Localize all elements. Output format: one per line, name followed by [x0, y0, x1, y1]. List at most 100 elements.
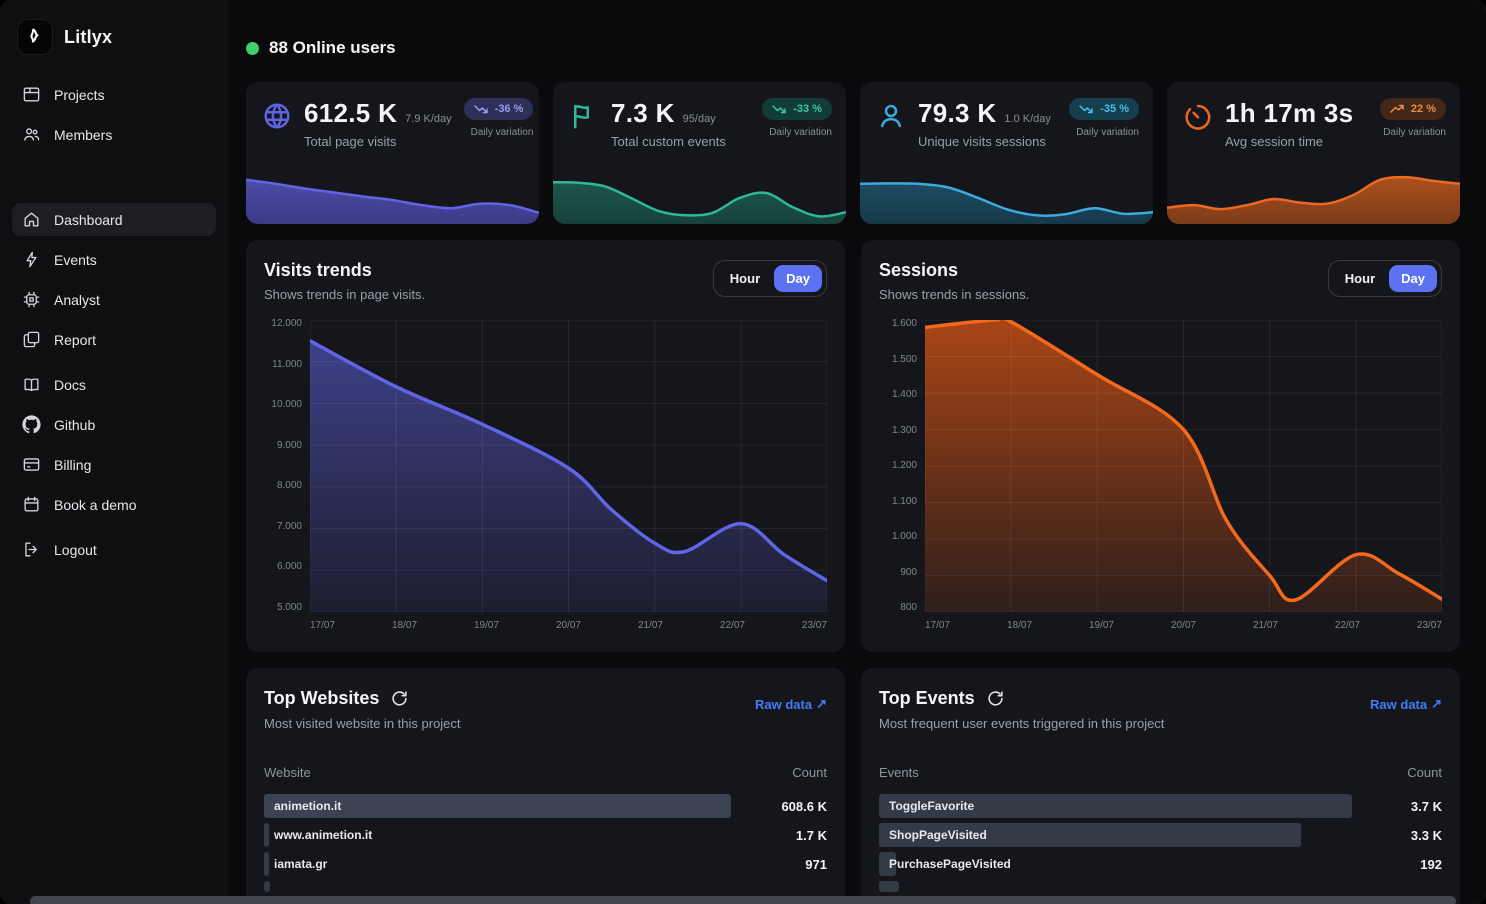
credit-card-icon	[22, 455, 41, 474]
projects-icon	[22, 85, 41, 104]
hour-toggle-button[interactable]: Hour	[718, 265, 772, 292]
timer-icon	[1183, 101, 1213, 131]
sidebar-item-report[interactable]: Report	[12, 323, 216, 356]
horizontal-scrollbar[interactable]	[30, 896, 1456, 904]
sidebar-item-github[interactable]: Github	[12, 408, 216, 441]
sessions-card: Sessions Shows trends in sessions. Hour …	[861, 240, 1460, 652]
table-row[interactable]: PurchasePageVisited 192	[879, 852, 1442, 876]
sidebar-item-docs[interactable]: Docs	[12, 368, 216, 401]
litlyx-logo-icon	[18, 20, 52, 54]
tick-label: 1.300	[892, 427, 917, 435]
tick-label: 17/07	[310, 620, 335, 631]
stat-cards-row: 612.5 K 7.9 K/day Total page visits -36 …	[246, 82, 1460, 224]
chart-title: Sessions	[879, 260, 1029, 281]
sidebar-item-label: Projects	[54, 87, 105, 103]
sidebar-item-analyst[interactable]: Analyst	[12, 283, 216, 316]
refresh-icon[interactable]	[987, 690, 1004, 707]
tick-label: 1.200	[892, 462, 917, 470]
sidebar-item-logout[interactable]: Logout	[12, 533, 216, 566]
badge-caption: Daily variation	[1076, 127, 1139, 138]
sidebar-item-projects[interactable]: Projects	[12, 78, 216, 111]
trend-up-icon	[1390, 104, 1405, 114]
hour-toggle-button[interactable]: Hour	[1333, 265, 1387, 292]
visits-area-chart	[310, 320, 827, 612]
top-websites-card: Top Websites Most visited website in thi…	[246, 668, 845, 904]
lightning-icon	[22, 250, 41, 269]
sessions-sparkline	[860, 166, 1153, 224]
sidebar-item-label: Analyst	[54, 292, 100, 308]
day-toggle-button[interactable]: Day	[1389, 265, 1437, 292]
table-row-partial	[264, 881, 827, 892]
arrow-up-right-icon: ↗	[1431, 696, 1442, 712]
tick-label: 19/07	[474, 620, 499, 631]
table-subtitle: Most visited website in this project	[264, 716, 461, 731]
sidebar-resources-nav: Docs Github Billing Book a demo	[12, 368, 216, 521]
stat-rate: 7.9 K/day	[405, 113, 451, 125]
sidebar-item-label: Members	[54, 127, 112, 143]
page-visits-sparkline	[246, 166, 539, 224]
refresh-icon[interactable]	[391, 690, 408, 707]
day-toggle-button[interactable]: Day	[774, 265, 822, 292]
table-row[interactable]: ShopPageVisited 3.3 K	[879, 823, 1442, 847]
table-column-headers: Events Count	[879, 765, 1442, 780]
charts-row: Visits trends Shows trends in page visit…	[246, 240, 1460, 652]
table-row-partial	[879, 881, 1442, 892]
sidebar-logout-nav: Logout	[12, 533, 216, 566]
x-axis: 17/0718/0719/0720/0721/0722/0723/07	[925, 620, 1442, 631]
sidebar-item-events[interactable]: Events	[12, 243, 216, 276]
tick-label: 18/07	[392, 620, 417, 631]
tick-label: 20/07	[1171, 620, 1196, 631]
tick-label: 23/07	[802, 620, 827, 631]
column-header: Count	[792, 765, 827, 780]
stat-card-total-custom-events: 7.3 K 95/day Total custom events -33 % D…	[553, 82, 846, 224]
sidebar-item-billing[interactable]: Billing	[12, 448, 216, 481]
tick-label: 1.400	[892, 391, 917, 399]
stat-card-total-page-visits: 612.5 K 7.9 K/day Total page visits -36 …	[246, 82, 539, 224]
logo[interactable]: Litlyx	[12, 20, 216, 54]
badge-caption: Daily variation	[471, 127, 534, 138]
user-icon	[876, 101, 906, 131]
globe-icon	[262, 101, 292, 131]
daily-variation-badge: -35 %	[1069, 98, 1139, 120]
report-icon	[22, 330, 41, 349]
table-row[interactable]: www.animetion.it 1.7 K	[264, 823, 827, 847]
stat-value: 1h 17m 3s	[1225, 98, 1353, 129]
sidebar-item-members[interactable]: Members	[12, 118, 216, 151]
stat-value: 79.3 K	[918, 98, 996, 129]
online-dot	[246, 42, 259, 55]
stat-value: 7.3 K	[611, 98, 675, 129]
sidebar-item-label: Dashboard	[54, 212, 123, 228]
raw-data-link[interactable]: Raw data ↗	[755, 696, 827, 712]
table-row[interactable]: ToggleFavorite 3.7 K	[879, 794, 1442, 818]
interval-toggle: Hour Day	[713, 260, 827, 297]
visits-trends-card: Visits trends Shows trends in page visit…	[246, 240, 845, 652]
tick-label: 1.000	[892, 533, 917, 541]
tick-label: 21/07	[1253, 620, 1278, 631]
stat-rate: 95/day	[683, 113, 716, 125]
tick-label: 900	[900, 569, 917, 577]
table-row[interactable]: animetion.it 608.6 K	[264, 794, 827, 818]
sidebar-item-label: Billing	[54, 457, 91, 473]
tick-label: 23/07	[1417, 620, 1442, 631]
tick-label: 1.500	[892, 356, 917, 364]
table-row[interactable]: iamata.gr 971	[264, 852, 827, 876]
sidebar-item-dashboard[interactable]: Dashboard	[12, 203, 216, 236]
row-bar	[264, 881, 270, 892]
tick-label: 22/07	[720, 620, 745, 631]
table-subtitle: Most frequent user events triggered in t…	[879, 716, 1164, 731]
tick-label: 21/07	[638, 620, 663, 631]
app-window: Litlyx Projects Members Dashboard Events	[0, 0, 1486, 904]
sidebar-item-book-a-demo[interactable]: Book a demo	[12, 488, 216, 521]
stat-card-unique-visits-sessions: 79.3 K 1.0 K/day Unique visits sessions …	[860, 82, 1153, 224]
trend-down-icon	[474, 104, 489, 114]
sessions-area-chart	[925, 320, 1442, 612]
trend-down-icon	[772, 104, 787, 114]
tick-label: 19/07	[1089, 620, 1114, 631]
stat-card-avg-session-time: 1h 17m 3s Avg session time 22 % Daily va…	[1167, 82, 1460, 224]
sidebar-top-nav: Projects Members	[12, 78, 216, 151]
sidebar-item-label: Logout	[54, 542, 97, 558]
tick-label: 12.000	[271, 320, 302, 328]
calendar-icon	[22, 495, 41, 514]
raw-data-link[interactable]: Raw data ↗	[1370, 696, 1442, 712]
chart-title: Visits trends	[264, 260, 425, 281]
